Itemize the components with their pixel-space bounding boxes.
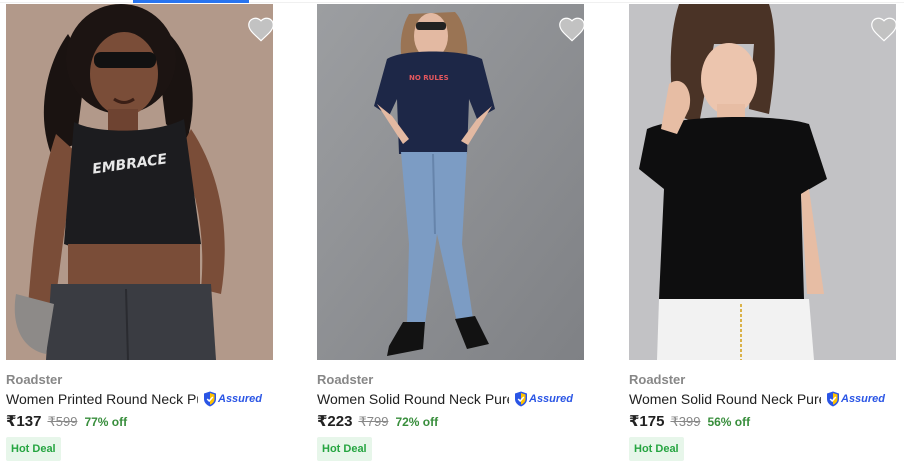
product-image[interactable] (629, 4, 896, 360)
active-tab-indicator (133, 0, 249, 3)
product-photo-woman-black-crop-top: EMBRACE (6, 4, 273, 360)
heart-icon (871, 17, 896, 42)
original-price: ₹799 (358, 414, 389, 429)
assured-badge: Assured (514, 391, 573, 407)
product-image[interactable]: EMBRACE (6, 4, 273, 360)
product-image[interactable]: NO RULES (317, 4, 584, 360)
product-title[interactable]: Women Printed Round Neck Pur... (6, 391, 198, 407)
assured-shield-icon (827, 391, 839, 407)
product-brand: Roadster (6, 372, 63, 387)
selling-price: ₹137 (6, 413, 42, 430)
product-card[interactable]: EMBRACE Roadster Women Printed Round Nec… (6, 4, 276, 464)
product-photo-woman-black-tshirt (629, 4, 896, 360)
assured-label: Assured (841, 393, 886, 405)
selling-price: ₹223 (317, 413, 353, 430)
product-brand: Roadster (317, 372, 374, 387)
product-card[interactable]: NO RULES Roadster Women Solid Round Neck… (317, 4, 587, 464)
product-photo-woman-navy-tshirt: NO RULES (317, 4, 584, 360)
heart-icon (559, 17, 584, 42)
discount-percent: 56% off (707, 415, 751, 429)
assured-badge: Assured (826, 391, 885, 407)
wishlist-heart-button[interactable] (247, 16, 273, 42)
hot-deal-badge: Hot Deal (6, 437, 61, 461)
assured-label: Assured (529, 393, 574, 405)
wishlist-heart-button[interactable] (558, 16, 584, 42)
assured-shield-icon (515, 391, 527, 407)
assured-shield-icon (204, 391, 216, 407)
hot-deal-badge: Hot Deal (317, 437, 372, 461)
product-card[interactable]: Roadster Women Solid Round Neck Pure ...… (629, 4, 899, 464)
wishlist-heart-button[interactable] (870, 16, 896, 42)
selling-price: ₹175 (629, 413, 665, 430)
product-title[interactable]: Women Solid Round Neck Pure ... (629, 391, 821, 407)
product-title[interactable]: Women Solid Round Neck Pure ... (317, 391, 509, 407)
heart-icon (248, 17, 273, 42)
assured-label: Assured (218, 393, 263, 405)
discount-percent: 72% off (395, 415, 439, 429)
original-price: ₹599 (47, 414, 78, 429)
original-price: ₹399 (670, 414, 701, 429)
discount-percent: 77% off (84, 415, 128, 429)
assured-badge: Assured (203, 391, 262, 407)
product-brand: Roadster (629, 372, 686, 387)
hot-deal-badge: Hot Deal (629, 437, 684, 461)
svg-text:NO RULES: NO RULES (409, 74, 449, 82)
